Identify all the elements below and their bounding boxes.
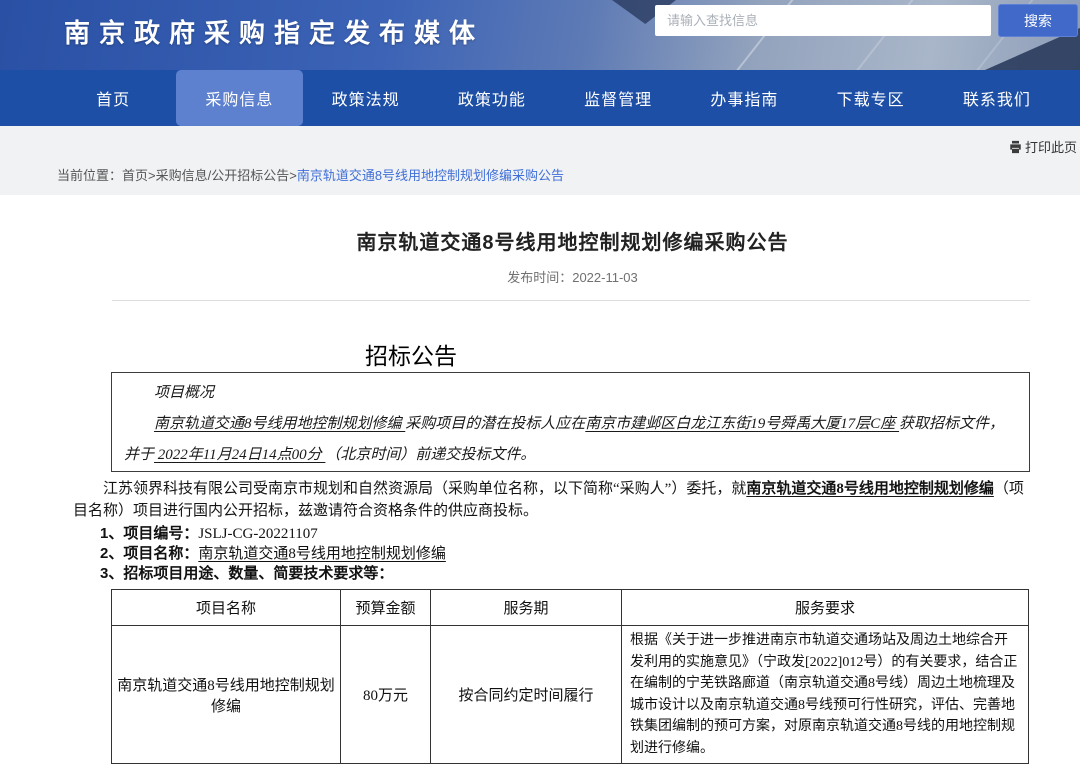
list-item-project-number: 1、项目编号：JSLJ-CG-20221107 — [100, 524, 1080, 544]
intro-part-1: 江苏领界科技有限公司受南京市规划和自然资源局（采购单位名称，以下简称“采购人”）… — [103, 481, 747, 497]
cell-project-name: 南京轨道交通8号线用地控制规划修编 — [111, 625, 341, 764]
cell-budget: 80万元 — [340, 625, 431, 764]
print-page-label: 打印此页 — [1024, 140, 1077, 155]
nav-item-downloads[interactable]: 下载专区 — [808, 70, 934, 126]
printer-icon — [1008, 140, 1023, 154]
column-header-budget: 预算金额 — [340, 589, 431, 626]
column-header-project-name: 项目名称 — [111, 589, 341, 626]
column-header-service-period: 服务期 — [430, 589, 622, 626]
overview-deadline: 2022年11月24日14点00分 — [154, 447, 326, 463]
bid-notice-heading: 招标公告 — [365, 344, 457, 369]
nav-item-home[interactable]: 首页 — [50, 70, 176, 126]
site-title: 南京政府采购指定发布媒体 — [64, 18, 485, 48]
project-overview-text: 南京轨道交通8号线用地控制规划修编 采购项目的潜在投标人应在南京市建邺区白龙江东… — [124, 409, 1019, 471]
search-button[interactable]: 搜索 — [998, 4, 1078, 37]
overview-text-1: 采购项目的潜在投标人应在 — [405, 416, 586, 432]
breadcrumb-current-page[interactable]: 南京轨道交通8号线用地控制规划修编采购公告 — [297, 168, 564, 183]
item-value: JSLJ-CG-20221107 — [198, 526, 318, 542]
print-page-button[interactable]: 打印此页 — [1008, 137, 1077, 156]
main-nav: 首页 采购信息 政策法规 政策功能 监督管理 办事指南 下载专区 联系我们 — [0, 70, 1080, 126]
intro-paragraph: 江苏领界科技有限公司受南京市规划和自然资源局（采购单位名称，以下简称“采购人”）… — [73, 479, 1030, 522]
search-input[interactable] — [655, 5, 991, 36]
overview-address: 南京市建邺区白龙江东街19号舜禹大厦17层C座 — [585, 416, 900, 432]
table-row: 南京轨道交通8号线用地控制规划修编 80万元 按合同约定时间履行 根据《关于进一… — [111, 625, 1029, 764]
nav-item-service-guide[interactable]: 办事指南 — [681, 70, 807, 126]
nav-item-policy-functions[interactable]: 政策功能 — [429, 70, 555, 126]
breadcrumb-prefix: 当前位置： — [57, 168, 123, 183]
item-label: 3、招标项目用途、数量、简要技术要求等： — [100, 565, 394, 582]
numbered-items: 1、项目编号：JSLJ-CG-20221107 2、项目名称：南京轨道交通8号线… — [100, 524, 1080, 584]
breadcrumb: 当前位置：首页>采购信息/公开招标公告>南京轨道交通8号线用地控制规划修编采购公… — [57, 165, 564, 184]
column-header-service-requirements: 服务要求 — [621, 589, 1029, 626]
publish-time: 发布时间：2022-11-03 — [507, 270, 638, 285]
requirements-table: 项目名称 预算金额 服务期 服务要求 南京轨道交通8号线用地控制规划修编 80万… — [111, 589, 1029, 764]
table-header-row: 项目名称 预算金额 服务期 服务要求 — [111, 589, 1029, 626]
nav-item-procurement-info[interactable]: 采购信息 — [176, 70, 303, 126]
content-panel: 南京轨道交通8号线用地控制规划修编采购公告 发布时间：2022-11-03 招标… — [65, 195, 1080, 764]
breadcrumb-path: 首页>采购信息/公开招标公告> — [122, 168, 297, 183]
announcement-title: 南京轨道交通8号线用地控制规划修编采购公告 — [356, 232, 789, 254]
cell-service-period: 按合同约定时间履行 — [430, 625, 622, 764]
list-item-project-name: 2、项目名称：南京轨道交通8号线用地控制规划修编 — [100, 544, 1080, 564]
breadcrumb-strip: 当前位置：首页>采购信息/公开招标公告>南京轨道交通8号线用地控制规划修编采购公… — [0, 126, 1080, 195]
item-value: 南京轨道交通8号线用地控制规划修编 — [198, 546, 446, 562]
nav-item-supervision[interactable]: 监督管理 — [555, 70, 681, 126]
item-label: 1、项目编号： — [100, 525, 199, 542]
intro-project-name: 南京轨道交通8号线用地控制规划修编 — [746, 481, 994, 497]
list-item-requirements: 3、招标项目用途、数量、简要技术要求等： — [100, 564, 1080, 584]
overview-text-3: （北京时间）前递交投标文件。 — [325, 447, 536, 463]
project-overview-box: 项目概况 南京轨道交通8号线用地控制规划修编 采购项目的潜在投标人应在南京市建邺… — [111, 372, 1030, 472]
cell-service-requirements: 根据《关于进一步推进南京市轨道交通场站及周边土地综合开发利用的实施意见》（宁政发… — [621, 625, 1029, 764]
nav-item-policy-regulations[interactable]: 政策法规 — [303, 70, 429, 126]
overview-project-name: 南京轨道交通8号线用地控制规划修编 — [154, 416, 406, 432]
nav-item-contact[interactable]: 联系我们 — [934, 70, 1060, 126]
item-label: 2、项目名称： — [100, 545, 199, 562]
title-divider — [112, 300, 1030, 301]
project-overview-heading: 项目概况 — [154, 385, 215, 401]
site-header: 南京政府采购指定发布媒体 搜索 — [0, 0, 1080, 70]
